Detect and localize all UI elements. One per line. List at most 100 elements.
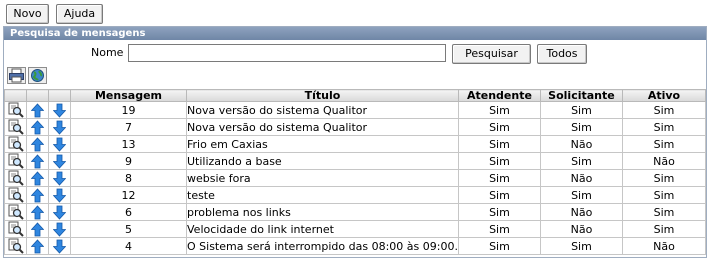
cell-atendente: Sim [457, 118, 541, 136]
table-row[interactable]: 13 Frio em Caxias Sim Não Sim [4, 135, 707, 153]
cell-titulo: Utilizando a base [186, 152, 459, 170]
table-row[interactable]: 7 Nova versão do sistema Qualitor Sim Sim Si… [4, 118, 707, 136]
move-down-button[interactable] [48, 220, 71, 238]
move-up-button[interactable] [26, 118, 49, 136]
table-row[interactable]: 8 websie fora Sim Não Sim [4, 169, 707, 187]
arrow-down-icon [53, 137, 66, 152]
table-row[interactable]: 4O Sistema será interrompido das 08:00 à… [4, 237, 707, 255]
cell-ativo: Não [621, 237, 707, 255]
cell-ativo: Sim [621, 186, 707, 204]
magnifier-icon [8, 136, 24, 152]
arrow-down-icon [53, 222, 66, 237]
cell-solicitante: Não [539, 135, 623, 153]
header-solicitante[interactable]: Solicitante [539, 89, 623, 102]
view-button[interactable] [4, 203, 27, 221]
name-label: Nome : [91, 46, 131, 59]
arrow-down-icon [53, 154, 66, 169]
view-button[interactable] [4, 101, 27, 119]
cell-mensagem: 7 [70, 118, 187, 136]
cell-ativo: Não [621, 152, 707, 170]
header-ativo[interactable]: Ativo [621, 89, 707, 102]
move-down-button[interactable] [48, 203, 71, 221]
arrow-down-icon [53, 103, 66, 118]
cell-ativo: Sim [621, 203, 707, 221]
header-mensagem[interactable]: Mensagem [70, 89, 187, 102]
cell-atendente: Sim [457, 220, 541, 238]
move-down-button[interactable] [48, 118, 71, 136]
table-row[interactable]: 6 problema nos links Sim Não Sim [4, 203, 707, 221]
header-atendente[interactable]: Atendente [457, 89, 541, 102]
move-down-button[interactable] [48, 135, 71, 153]
cell-mensagem: 19 [70, 101, 187, 119]
arrow-down-icon [53, 205, 66, 220]
move-up-button[interactable] [26, 186, 49, 204]
view-button[interactable] [4, 152, 27, 170]
magnifier-icon [8, 221, 24, 237]
arrow-up-icon [31, 188, 44, 203]
help-button[interactable]: Ajuda [56, 4, 103, 24]
arrow-down-icon [53, 239, 66, 254]
arrow-down-icon [53, 120, 66, 135]
move-down-button[interactable] [48, 152, 71, 170]
move-up-button[interactable] [26, 152, 49, 170]
magnifier-icon [8, 170, 24, 186]
table-row[interactable]: 19 Nova versão do sistema Qualitor Sim Sim S… [4, 101, 707, 119]
cell-titulo: teste [186, 186, 459, 204]
magnifier-icon [8, 204, 24, 220]
view-button[interactable] [4, 186, 27, 204]
arrow-down-icon [53, 188, 66, 203]
cell-mensagem: 4 [70, 237, 187, 255]
move-down-button[interactable] [48, 101, 71, 119]
cell-atendente: Sim [457, 169, 541, 187]
panel-title: Pesquisa de mensagens [4, 27, 706, 40]
table-row[interactable]: 5 Velocidade do link internet Sim Não Sim [4, 220, 707, 238]
table-row[interactable]: 9 Utilizando a base Sim Sim Não [4, 152, 707, 170]
view-button[interactable] [4, 135, 27, 153]
arrow-up-icon [31, 120, 44, 135]
move-up-button[interactable] [26, 169, 49, 187]
arrow-down-icon [53, 171, 66, 186]
cell-titulo: O Sistema será interrompido das 08:00 às… [186, 237, 459, 255]
header-down [48, 89, 71, 102]
new-button[interactable]: Novo [6, 4, 49, 24]
move-up-button[interactable] [26, 101, 49, 119]
header-titulo[interactable]: Título [186, 89, 459, 102]
move-up-button[interactable] [26, 237, 49, 255]
cell-solicitante: Não [539, 220, 623, 238]
arrow-up-icon [31, 103, 44, 118]
move-down-button[interactable] [48, 169, 71, 187]
messages-table: Mensagem Título Atendente Solicitante At… [4, 89, 707, 255]
move-up-button[interactable] [26, 203, 49, 221]
move-down-button[interactable] [48, 186, 71, 204]
cell-atendente: Sim [457, 152, 541, 170]
cell-ativo: Sim [621, 101, 707, 119]
show-all-button[interactable]: Todos [537, 44, 587, 64]
cell-atendente: Sim [457, 237, 541, 255]
table-row[interactable]: 12 teste Sim Sim Sim [4, 186, 707, 204]
header-up [26, 89, 49, 102]
cell-atendente: Sim [457, 135, 541, 153]
magnifier-icon [8, 102, 24, 118]
print-button[interactable] [7, 67, 26, 84]
move-up-button[interactable] [26, 220, 49, 238]
cell-titulo: Nova versão do sistema Qualitor [186, 101, 459, 119]
move-up-button[interactable] [26, 135, 49, 153]
search-panel: Pesquisa de mensagens Nome : Pesquisar T… [3, 26, 707, 258]
view-button[interactable] [4, 118, 27, 136]
view-button[interactable] [4, 220, 27, 238]
view-button[interactable] [4, 169, 27, 187]
globe-button[interactable] [28, 67, 47, 84]
cell-mensagem: 8 [70, 169, 187, 187]
arrow-up-icon [31, 239, 44, 254]
cell-titulo: Nova versão do sistema Qualitor [186, 118, 459, 136]
name-search-input[interactable] [128, 44, 446, 62]
table-header-row: Mensagem Título Atendente Solicitante At… [4, 89, 707, 102]
cell-solicitante: Sim [539, 118, 623, 136]
magnifier-icon [8, 187, 24, 203]
view-button[interactable] [4, 237, 27, 255]
search-button[interactable]: Pesquisar [452, 44, 531, 64]
cell-solicitante: Sim [539, 186, 623, 204]
move-down-button[interactable] [48, 237, 71, 255]
arrow-up-icon [31, 137, 44, 152]
cell-solicitante: Sim [539, 237, 623, 255]
